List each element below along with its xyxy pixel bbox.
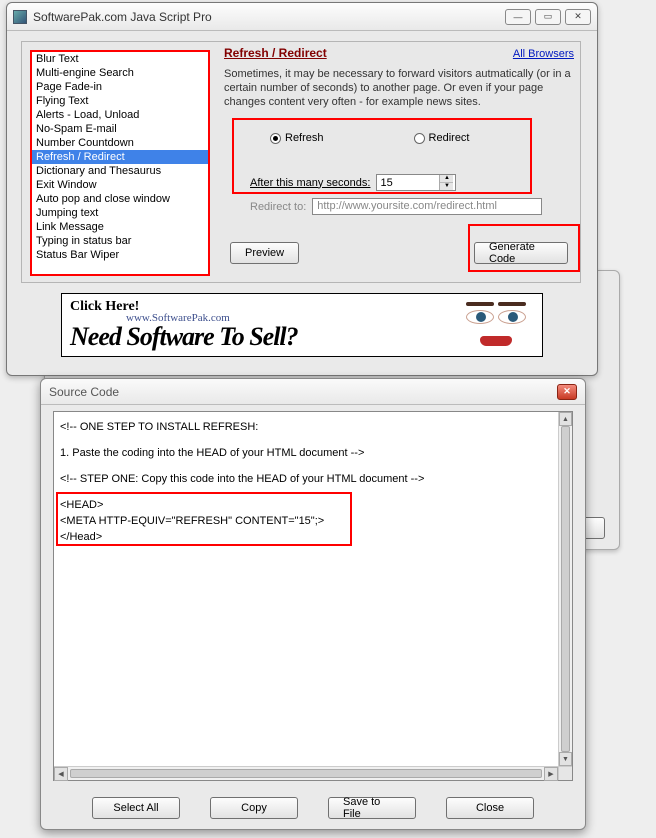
minimize-button[interactable]: — [505,9,531,25]
list-item[interactable]: Auto pop and close window [32,192,208,206]
code-line: 1. Paste the coding into the HEAD of you… [60,446,554,462]
redirect-label: Redirect to: [250,201,306,213]
list-item[interactable]: Jumping text [32,206,208,220]
maximize-button[interactable]: ▭ [535,9,561,25]
horizontal-scrollbar[interactable]: ◀ ▶ [54,766,558,780]
scroll-left-icon[interactable]: ◀ [54,767,68,781]
source-title: Source Code [49,385,557,399]
list-item[interactable]: Dictionary and Thesaurus [32,164,208,178]
list-item[interactable]: Alerts - Load, Unload [32,108,208,122]
radio-redirect[interactable]: Redirect [414,132,470,144]
spinner-up-icon[interactable]: ▲ [440,175,453,183]
scroll-right-icon[interactable]: ▶ [544,767,558,781]
close-button[interactable]: Close [446,797,534,819]
preview-button[interactable]: Preview [230,242,299,264]
panel-heading: Refresh / Redirect [224,46,327,60]
list-item[interactable]: Exit Window [32,178,208,192]
highlight-box-code [56,492,352,546]
code-line: <!-- STEP ONE: Copy this code into the H… [60,472,554,488]
app-icon [13,10,27,24]
hscroll-thumb[interactable] [70,769,542,778]
generate-code-button[interactable]: Generate Code [474,242,568,264]
save-to-file-button[interactable]: Save to File [328,797,416,819]
radio-dot-icon [270,133,281,144]
copy-button[interactable]: Copy [210,797,298,819]
seconds-spinner[interactable]: ▲ ▼ [376,174,456,191]
radio-redirect-label: Redirect [429,132,470,144]
window-title: SoftwarePak.com Java Script Pro [33,10,505,24]
all-browsers-link[interactable]: All Browsers [513,48,574,60]
list-item[interactable]: Multi-engine Search [32,66,208,80]
banner-face-icon [462,302,534,348]
list-item[interactable]: Refresh / Redirect [32,150,208,164]
scroll-down-icon[interactable]: ▼ [559,752,572,766]
spinner-down-icon[interactable]: ▼ [440,183,453,190]
radio-refresh-label: Refresh [285,132,324,144]
titlebar: SoftwarePak.com Java Script Pro — ▭ ✕ [7,3,597,31]
list-item[interactable]: Number Countdown [32,136,208,150]
radio-dot-icon [414,133,425,144]
banner-line2: Need Software To Sell? [70,324,462,350]
body-panel: Blur TextMulti-engine SearchPage Fade-in… [21,41,581,283]
detail-panel: Refresh / Redirect All Browsers Sometime… [224,46,574,278]
list-item[interactable]: Page Fade-in [32,80,208,94]
list-item[interactable]: Typing in status bar [32,234,208,248]
seconds-input[interactable] [377,175,439,190]
list-item[interactable]: Link Message [32,220,208,234]
vertical-scrollbar[interactable]: ▲ ▼ [558,412,572,766]
close-button[interactable]: ✕ [565,9,591,25]
ad-banner[interactable]: Click Here! www.SoftwarePak.com Need Sof… [61,293,543,357]
redirect-url-input[interactable]: http://www.yoursite.com/redirect.html [312,198,542,215]
list-item[interactable]: Status Bar Wiper [32,248,208,262]
main-window: SoftwarePak.com Java Script Pro — ▭ ✕ Bl… [6,2,598,376]
list-item[interactable]: Flying Text [32,94,208,108]
list-item[interactable]: No-Spam E-mail [32,122,208,136]
scroll-thumb[interactable] [561,426,570,752]
scroll-up-icon[interactable]: ▲ [559,412,572,426]
scroll-corner [558,766,572,780]
source-titlebar: Source Code ✕ [41,379,585,405]
source-close-icon[interactable]: ✕ [557,384,577,400]
seconds-label: After this many seconds: [250,177,370,189]
source-code-window: Source Code ✕ <!-- ONE STEP TO INSTALL R… [40,378,586,830]
script-list[interactable]: Blur TextMulti-engine SearchPage Fade-in… [30,50,210,276]
source-body: <!-- ONE STEP TO INSTALL REFRESH: 1. Pas… [53,411,573,781]
code-line: <!-- ONE STEP TO INSTALL REFRESH: [60,420,554,436]
list-item[interactable]: Blur Text [32,52,208,66]
select-all-button[interactable]: Select All [92,797,180,819]
panel-description: Sometimes, it may be necessary to forwar… [224,68,574,109]
radio-refresh[interactable]: Refresh [270,132,324,144]
